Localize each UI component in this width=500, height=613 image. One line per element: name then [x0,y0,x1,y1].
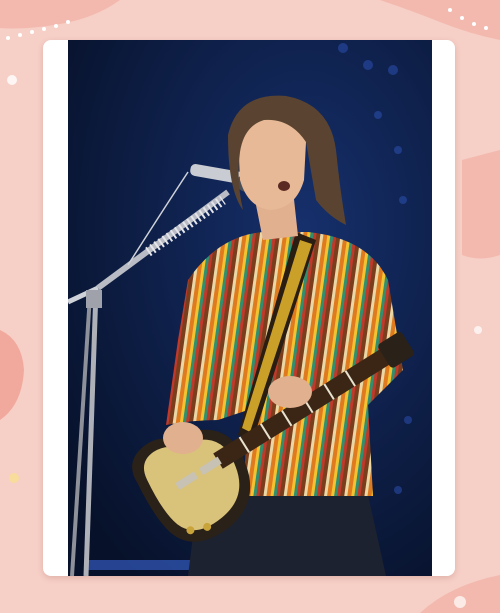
dot-decoration [474,326,482,334]
concert-photo [68,40,432,576]
dot-decoration [454,596,466,608]
top-left-wave-decoration [0,0,120,29]
left-side-decoration [0,330,24,420]
right-side-decoration [462,150,500,259]
dot-decoration [7,75,17,85]
dot-decoration [9,473,19,483]
top-right-wave-decoration [380,0,500,40]
